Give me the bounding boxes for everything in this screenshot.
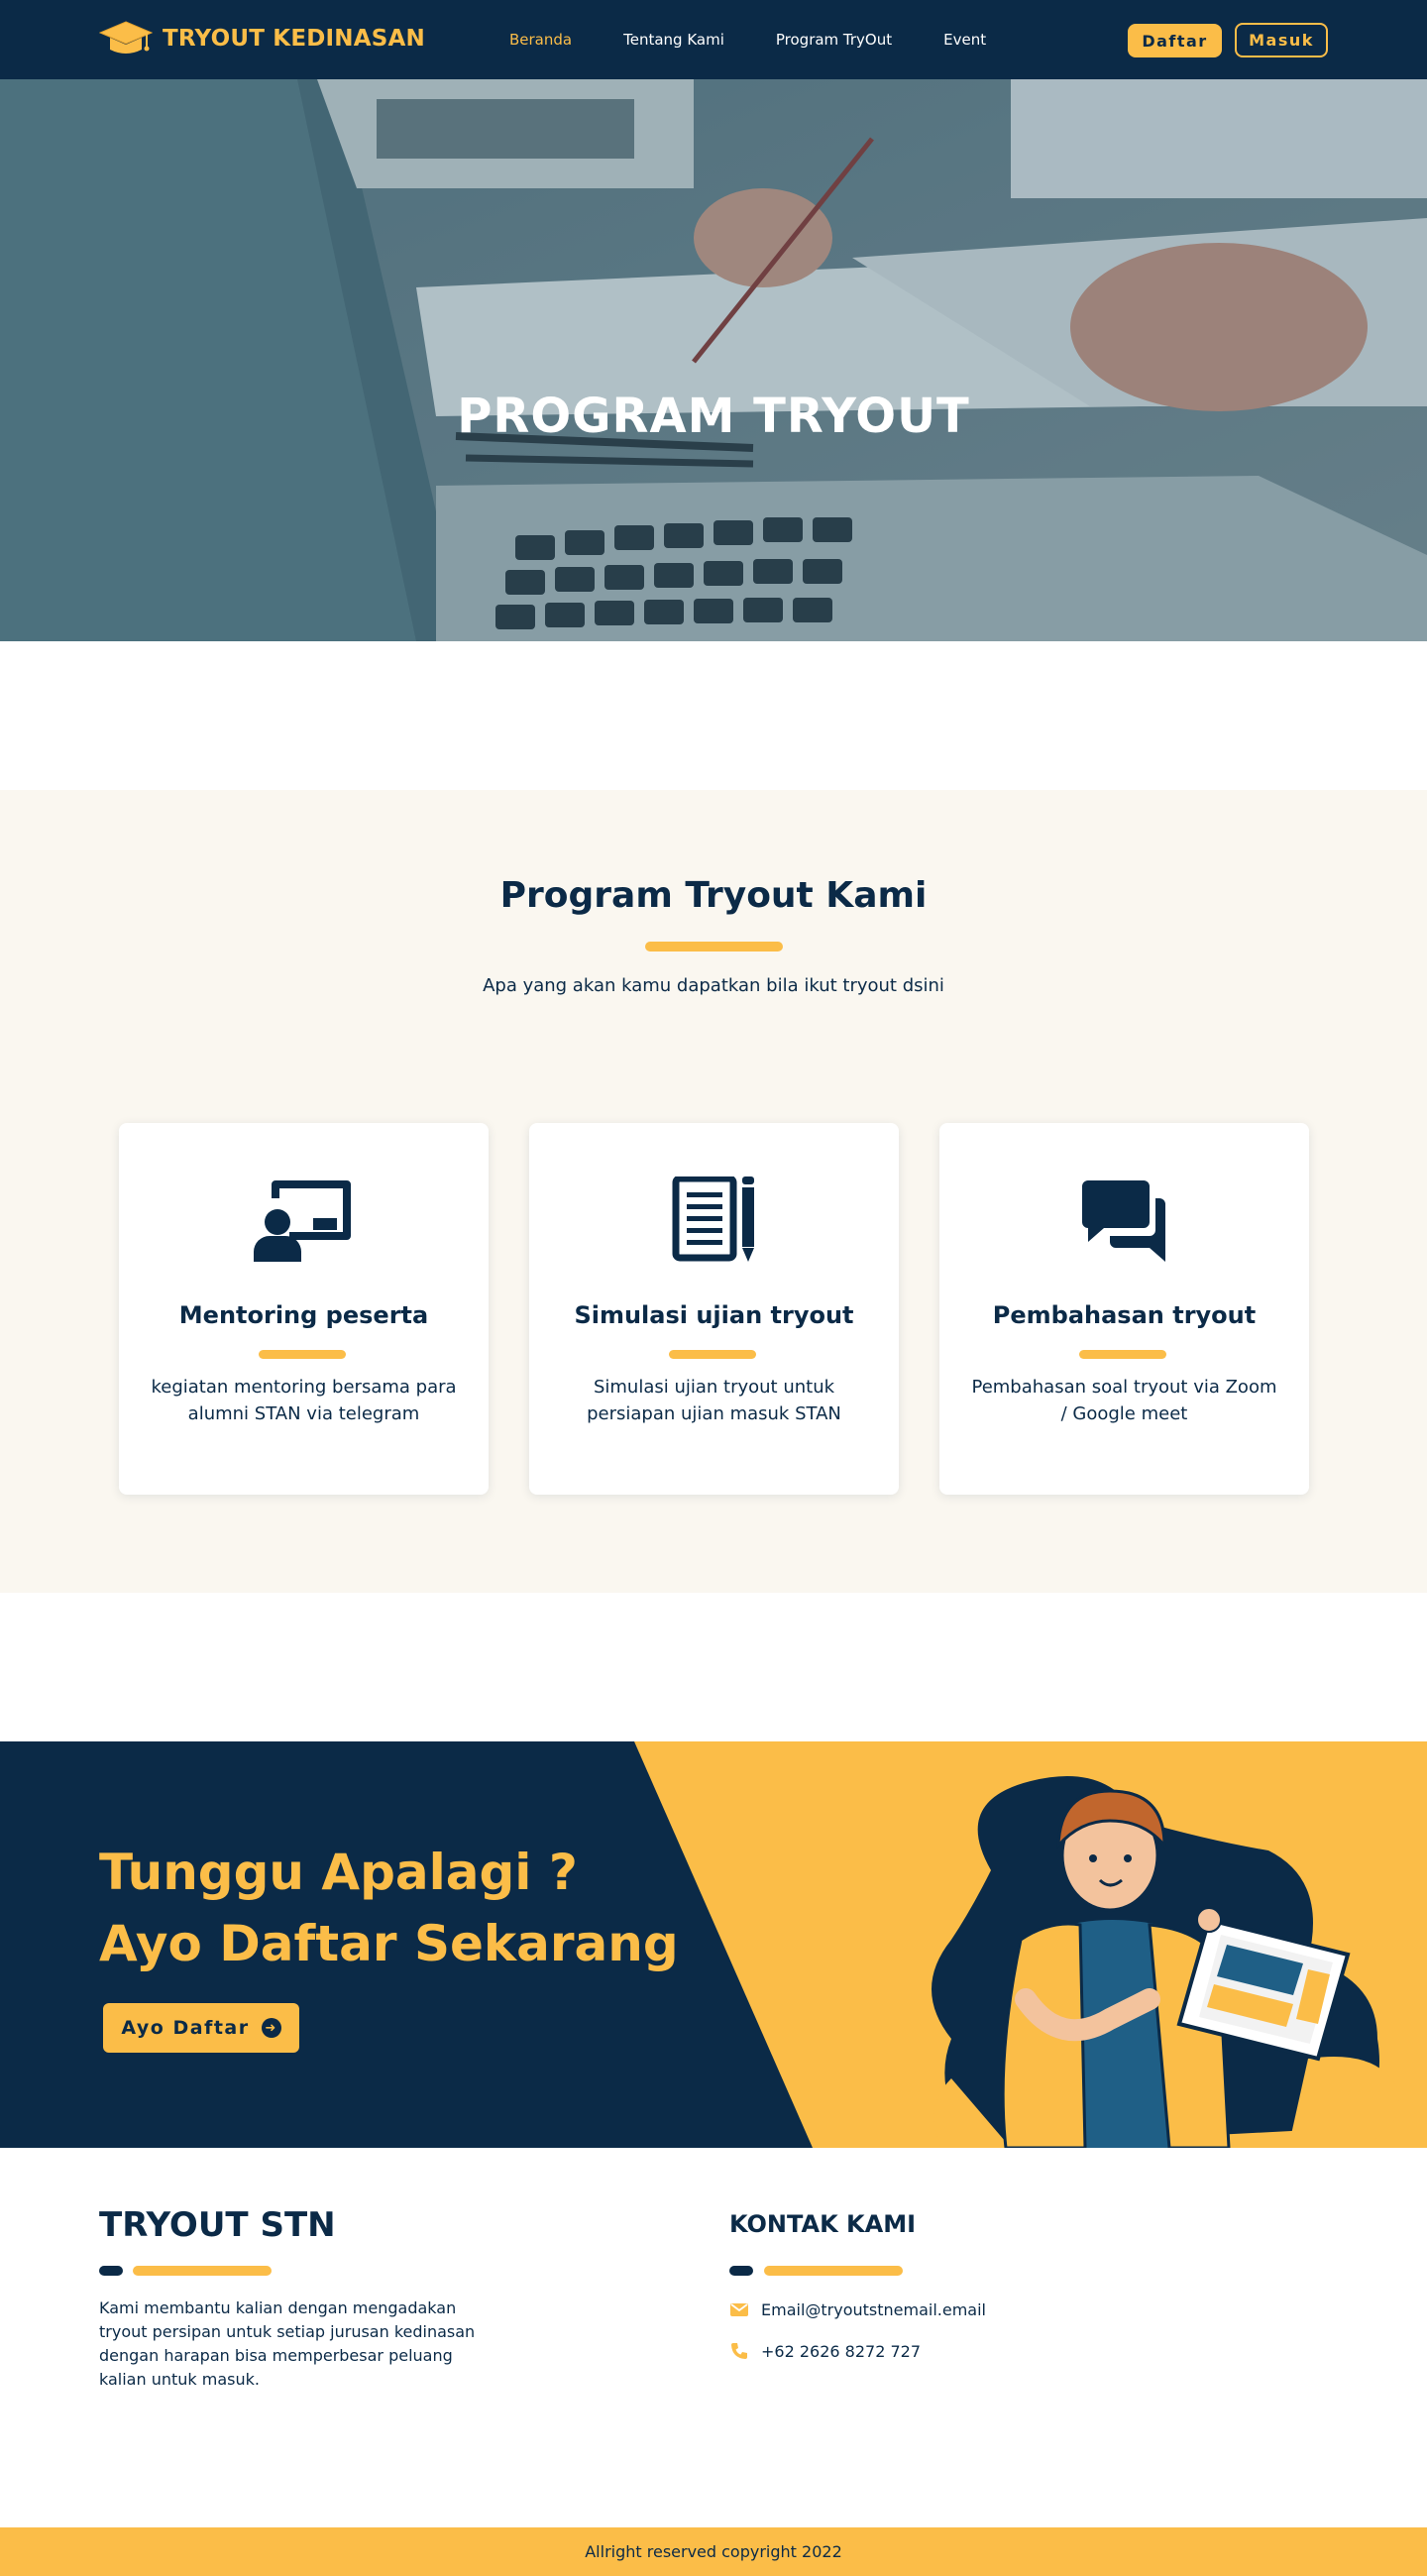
brand-logo[interactable]: TRYOUT KEDINASAN xyxy=(99,20,425,57)
graduation-cap-icon xyxy=(99,21,153,54)
exam-icon xyxy=(672,1176,754,1262)
mail-icon xyxy=(730,2303,748,2316)
daftar-button[interactable]: Daftar xyxy=(1128,24,1222,57)
phone-icon xyxy=(731,2343,747,2359)
cta-heading-line1: Tunggu Apalagi ? xyxy=(99,1844,578,1901)
card-underline xyxy=(259,1350,346,1359)
ayo-daftar-button[interactable]: Ayo Daftar ➜ xyxy=(103,2003,299,2053)
navbar: TRYOUT KEDINASAN Beranda Tentang Kami Pr… xyxy=(0,0,1427,79)
footer-description: Kami membantu kalian dengan mengadakan t… xyxy=(99,2298,476,2389)
card-title: Pembahasan tryout xyxy=(992,1301,1257,1329)
cta-section: Tunggu Apalagi ? Ayo Daftar Sekarang Ayo… xyxy=(0,1741,1427,2148)
program-card-simulasi: Simulasi ujian tryout Simulasi ujian try… xyxy=(529,1123,899,1495)
footer-title: TRYOUT STN xyxy=(99,2205,336,2245)
student-illustration xyxy=(932,1776,1399,2148)
contact-phone[interactable]: +62 2626 8272 727 xyxy=(729,2341,921,2361)
contact-title: KONTAK KAMI xyxy=(729,2210,917,2238)
copyright-bar: Allright reserved copyright 2022 xyxy=(0,2527,1427,2576)
contact-accent-dot xyxy=(729,2266,753,2276)
copyright-text: Allright reserved copyright 2022 xyxy=(585,2542,842,2561)
card-underline xyxy=(1079,1350,1166,1359)
nav-links: Beranda Tentang Kami Program TryOut Even… xyxy=(509,31,986,49)
nav-link-program-tryout[interactable]: Program TryOut xyxy=(776,31,892,49)
card-underline xyxy=(669,1350,756,1359)
footer: TRYOUT STN Kami membantu kalian dengan m… xyxy=(0,2148,1427,2527)
hero-banner: PROGRAM TRYOUT xyxy=(0,79,1427,641)
masuk-button[interactable]: Masuk xyxy=(1235,23,1328,57)
card-text: Pembahasan soal tryout via Zoom / Google… xyxy=(971,1377,1277,1424)
card-title: Simulasi ujian tryout xyxy=(574,1301,854,1329)
footer-accent-dot xyxy=(99,2266,123,2276)
nav-link-beranda[interactable]: Beranda xyxy=(509,31,572,49)
card-title: Mentoring peserta xyxy=(178,1301,429,1329)
program-card-pembahasan: Pembahasan tryout Pembahasan soal tryout… xyxy=(939,1123,1309,1495)
contact-phone-text: +62 2626 8272 727 xyxy=(761,2341,921,2361)
program-section: Program Tryout Kami Apa yang akan kamu d… xyxy=(0,790,1427,1593)
program-card-mentoring: Mentoring peserta kegiatan mentoring ber… xyxy=(119,1123,489,1495)
contact-email[interactable]: Email@tryoutstnemail.email xyxy=(729,2299,986,2319)
hero-title: PROGRAM TRYOUT xyxy=(457,389,970,444)
contact-email-text: Email@tryoutstnemail.email xyxy=(761,2299,986,2319)
hero-background-image xyxy=(0,79,1427,641)
program-title: Program Tryout Kami xyxy=(499,875,928,916)
footer-accent-bar xyxy=(133,2266,272,2276)
card-text: Simulasi ujian tryout untuk persiapan uj… xyxy=(587,1377,841,1424)
chat-icon xyxy=(1082,1180,1165,1262)
cta-heading-line2: Ayo Daftar Sekarang xyxy=(99,1915,679,1972)
contact-accent-bar xyxy=(764,2266,903,2276)
nav-link-event[interactable]: Event xyxy=(943,31,986,49)
ayo-daftar-label: Ayo Daftar xyxy=(121,2017,250,2039)
arrow-right-icon: ➜ xyxy=(261,2018,281,2038)
nav-link-tentang-kami[interactable]: Tentang Kami xyxy=(623,31,724,49)
brand-name: TRYOUT KEDINASAN xyxy=(163,26,425,52)
mentoring-icon xyxy=(254,1180,351,1262)
card-text: kegiatan mentoring bersama para alumni S… xyxy=(151,1377,457,1424)
title-underline xyxy=(645,942,783,952)
program-subtitle: Apa yang akan kamu dapatkan bila ikut tr… xyxy=(483,975,944,996)
